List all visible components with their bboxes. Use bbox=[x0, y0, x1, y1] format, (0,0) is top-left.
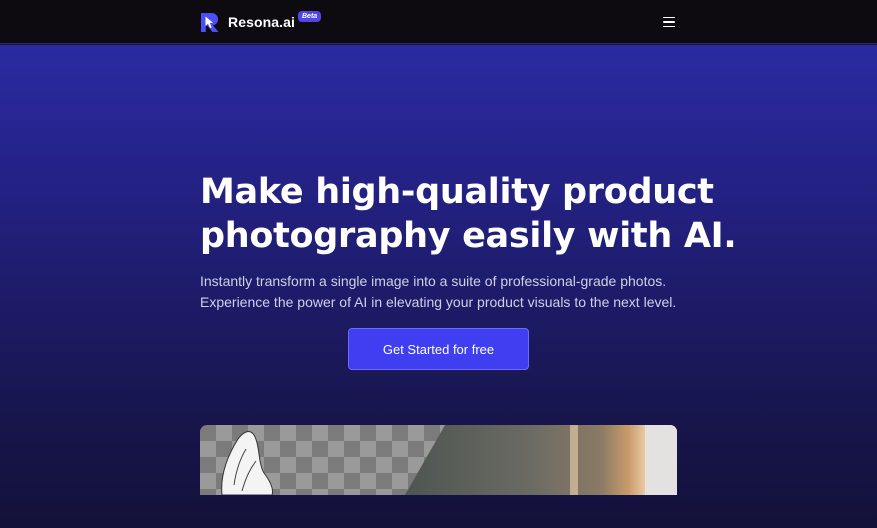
hero-headline: Make high-quality product photography ea… bbox=[200, 170, 760, 258]
subtext-line-1: Instantly transform a single image into … bbox=[200, 273, 667, 289]
brand-name: Resona.ai bbox=[228, 14, 296, 30]
get-started-button[interactable]: Get Started for free bbox=[348, 328, 529, 370]
menu-bar bbox=[663, 16, 675, 19]
headline-line-2: photography easily with AI. bbox=[200, 216, 737, 256]
resona-logo-icon bbox=[201, 12, 219, 32]
top-navbar: Resona.ai Beta bbox=[0, 0, 877, 44]
preview-illustration bbox=[200, 425, 677, 495]
beta-badge: Beta bbox=[298, 11, 322, 22]
menu-bar bbox=[663, 25, 675, 28]
brand-logo-link[interactable]: Resona.ai Beta bbox=[200, 11, 322, 33]
hamburger-menu-icon[interactable] bbox=[660, 14, 678, 30]
product-preview-image bbox=[200, 425, 677, 495]
subtext-line-2: Experience the power of AI in elevating … bbox=[200, 294, 677, 310]
menu-bar bbox=[663, 21, 675, 23]
hero-subtext: Instantly transform a single image into … bbox=[200, 271, 720, 313]
headline-line-1: Make high-quality product bbox=[200, 172, 714, 212]
